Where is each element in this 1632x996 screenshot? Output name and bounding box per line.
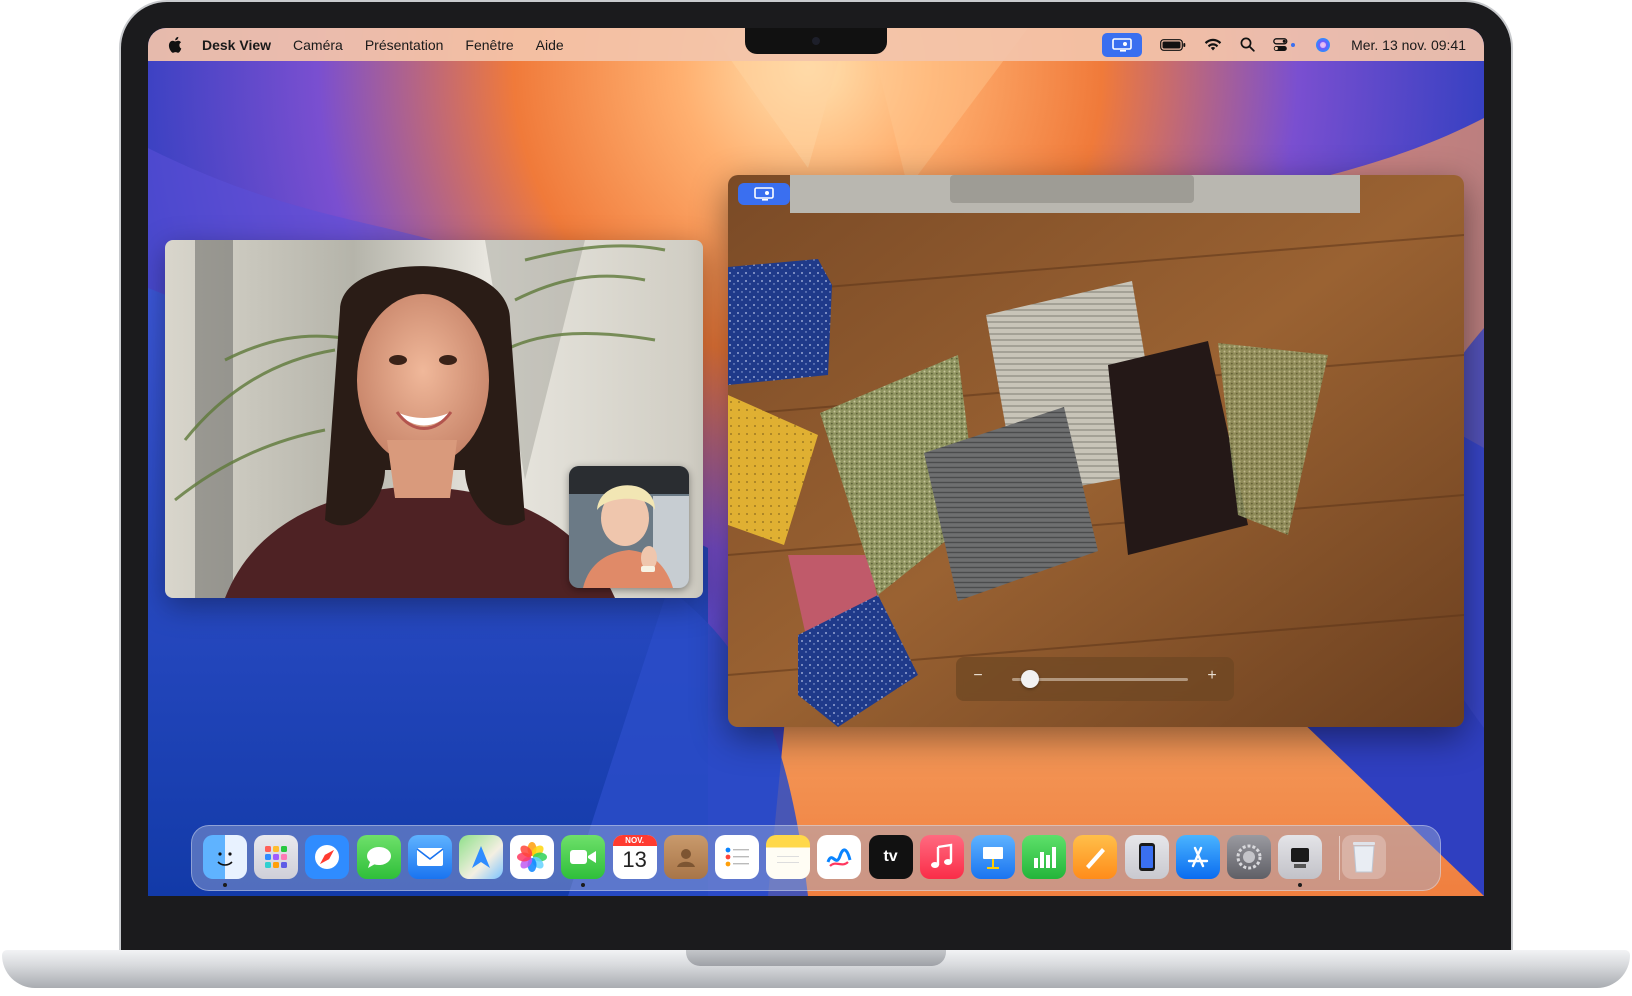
iphone-mirroring-icon — [1136, 842, 1158, 872]
facetime-icon — [568, 847, 598, 867]
desk-view-icon — [754, 187, 774, 201]
dock-notes-button[interactable] — [766, 835, 811, 879]
dock-desk-view-app-button[interactable] — [1278, 835, 1323, 879]
battery-icon[interactable] — [1160, 33, 1186, 57]
menu-help[interactable]: Aide — [536, 37, 564, 53]
dock-calendar-button[interactable]: NOV. 13 — [612, 835, 657, 879]
tv-label: tv — [883, 848, 898, 865]
calendar-day: 13 — [622, 847, 647, 872]
desk-view-badge[interactable] — [738, 183, 790, 205]
reminders-icon — [722, 842, 752, 872]
dock-freeform-button[interactable] — [817, 835, 862, 879]
safari-icon — [312, 842, 342, 872]
zoom-in-button[interactable]: + — [1202, 667, 1222, 685]
mail-icon — [415, 846, 445, 868]
wifi-icon[interactable] — [1204, 33, 1222, 57]
menu-app-name[interactable]: Desk View — [202, 37, 271, 53]
siri-icon[interactable] — [1315, 33, 1331, 57]
dock-numbers-button[interactable] — [1022, 835, 1067, 879]
menu-window[interactable]: Fenêtre — [465, 37, 513, 53]
dock-safari-button[interactable] — [305, 835, 350, 879]
dock-facetime-button[interactable] — [561, 835, 606, 879]
app-store-icon — [1183, 842, 1213, 872]
numbers-icon — [1029, 842, 1059, 872]
dock-keynote-button[interactable] — [971, 835, 1015, 879]
notes-icon — [773, 842, 803, 872]
freeform-icon — [824, 842, 854, 872]
menu-presentation[interactable]: Présentation — [365, 37, 444, 53]
dock-pages-button[interactable] — [1073, 835, 1118, 879]
dock-iphone-mirroring-button[interactable] — [1124, 835, 1169, 879]
dock-apple-tv-button[interactable]: tv — [868, 835, 913, 879]
facetime-window[interactable] — [165, 240, 703, 598]
menu-bar-clock[interactable]: Mer. 13 nov. 09:41 — [1351, 37, 1466, 53]
dock-app-store-button[interactable] — [1175, 835, 1220, 879]
running-indicator — [1298, 883, 1303, 887]
camera-notch — [745, 28, 887, 54]
keynote-icon — [978, 842, 1008, 872]
contacts-icon — [671, 842, 701, 872]
desk-view-app-icon — [1285, 842, 1315, 872]
photos-icon — [516, 841, 548, 873]
laptop-opening-notch — [686, 950, 946, 966]
desk-view-video — [728, 175, 1464, 727]
trash-icon — [1350, 840, 1378, 874]
dock-maps-button[interactable] — [459, 835, 503, 879]
running-indicator — [581, 883, 586, 887]
music-icon — [929, 843, 955, 871]
self-preview-video — [569, 466, 689, 588]
dock-trash-button[interactable] — [1342, 835, 1386, 879]
dock-mail-button[interactable] — [407, 835, 452, 879]
self-view-pip[interactable] — [569, 466, 689, 588]
desk-view-status-icon[interactable] — [1102, 32, 1143, 57]
dock-messages-button[interactable] — [356, 835, 401, 879]
dock-system-settings-button[interactable] — [1227, 835, 1271, 879]
menu-bar: Desk View Caméra Présentation Fenêtre Ai… — [148, 28, 1484, 61]
zoom-slider-knob[interactable] — [1020, 670, 1039, 688]
launchpad-icon — [262, 843, 290, 871]
menu-camera[interactable]: Caméra — [293, 37, 343, 53]
dock-launchpad-button[interactable] — [254, 835, 299, 879]
running-indicator — [223, 883, 227, 887]
pages-icon — [1080, 842, 1110, 872]
apple-logo-icon[interactable] — [168, 36, 182, 53]
dock-reminders-button[interactable] — [715, 835, 759, 879]
screen: Desk View Caméra Présentation Fenêtre Ai… — [148, 28, 1484, 896]
search-icon[interactable] — [1240, 33, 1255, 57]
control-center-icon[interactable] — [1273, 33, 1297, 57]
dock-photos-button[interactable] — [510, 835, 555, 879]
finder-icon — [210, 842, 240, 872]
dock: NOV. 13 tv — [191, 825, 1441, 891]
dock-music-button[interactable] — [919, 835, 964, 879]
calendar-month: NOV. — [612, 835, 657, 846]
dock-contacts-button[interactable] — [663, 835, 708, 879]
messages-icon — [364, 844, 394, 870]
desk-view-window[interactable]: − + — [728, 175, 1464, 727]
apple-tv-icon: tv — [883, 848, 897, 866]
system-settings-icon — [1234, 842, 1264, 872]
zoom-out-button[interactable]: − — [968, 667, 988, 685]
dock-separator — [1339, 836, 1340, 880]
dock-finder-button[interactable] — [203, 835, 247, 879]
maps-icon — [466, 842, 496, 872]
zoom-slider-panel: − + — [956, 657, 1234, 701]
